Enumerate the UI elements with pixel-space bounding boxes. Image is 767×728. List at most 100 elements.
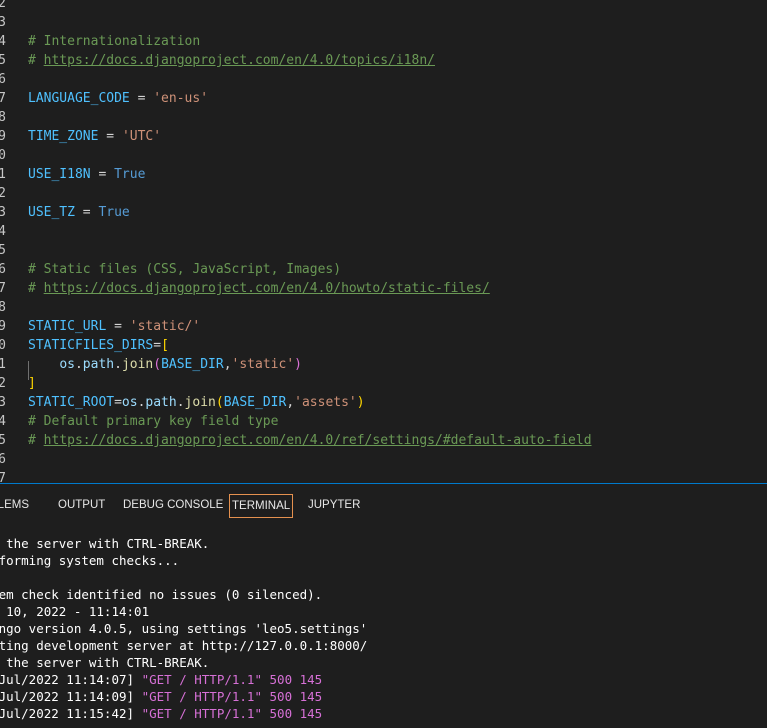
code-line[interactable]: 2	[0, 184, 767, 203]
terminal-text: "GET / HTTP/1.1" 500 145	[141, 672, 323, 687]
code-token: USE_TZ	[28, 205, 75, 220]
code-line[interactable]: 3 STATIC_ROOT=os.path.join(BASE_DIR,'asse…	[0, 393, 767, 412]
code-line[interactable]: 8	[0, 298, 767, 317]
code-text: # Default primary key field type	[28, 412, 278, 431]
code-link[interactable]: https://docs.djangoproject.com/en/4.0/ho…	[44, 281, 490, 296]
code-token: #	[28, 53, 44, 68]
code-line[interactable]: 4 # Default primary key field type	[0, 412, 767, 431]
code-line[interactable]: 5	[0, 241, 767, 260]
code-token: .	[176, 395, 185, 410]
code-token: ,	[223, 357, 232, 372]
code-token: ,	[286, 395, 295, 410]
code-line[interactable]: 5 # https://docs.djangoproject.com/en/4.0…	[0, 51, 767, 70]
code-token: 'static'	[231, 357, 295, 372]
terminal-text: Django version 4.0.5, using settings 'le…	[0, 621, 368, 636]
line-number: 9	[0, 129, 6, 144]
code-line[interactable]: 3	[0, 13, 767, 32]
code-text: STATICFILES_DIRS=[	[28, 336, 169, 355]
line-number: 6	[0, 262, 6, 277]
code-token: 'static/'	[129, 319, 201, 334]
code-line[interactable]: 2]	[0, 374, 767, 393]
code-token: =	[98, 129, 122, 144]
terminal-text: uit the server with CTRL-BREAK.	[6, 655, 210, 670]
code-token: # Internationalization	[28, 34, 201, 49]
code-token: TIME_ZONE	[28, 129, 99, 144]
code-token: 'assets'	[294, 395, 357, 410]
terminal-text: uit the server with CTRL-BREAK.	[6, 536, 210, 551]
tab-problems[interactable]: BLEMS	[0, 494, 31, 516]
bottom-panel: BLEMS OUTPUT DEBUG CONSOLE TERMINAL JUPY…	[0, 484, 767, 728]
terminal-line: ystem check identified no issues (0 sile…	[0, 586, 322, 603]
code-token: BASE_DIR	[161, 357, 224, 372]
line-number: 3	[0, 395, 6, 410]
code-line[interactable]: 5 # https://docs.djangoproject.com/en/4.0…	[0, 431, 767, 450]
code-token: STATICFILES_DIRS	[28, 338, 154, 353]
code-token: =	[129, 91, 154, 106]
code-line[interactable]: 7	[0, 469, 767, 482]
code-token: (	[153, 357, 162, 372]
terminal-line: 10/Jul/2022 11:14:09] "GET / HTTP/1.1" 5…	[0, 688, 322, 705]
code-line[interactable]: 9 TIME_ZONE = 'UTC'	[0, 127, 767, 146]
line-number: 7	[0, 471, 6, 482]
code-line[interactable]: 9 STATIC_URL = 'static/'	[0, 317, 767, 336]
code-token: )	[356, 395, 365, 410]
line-number: 5	[0, 243, 6, 258]
code-text: STATIC_ROOT=os.path.join(BASE_DIR,'asset…	[28, 393, 365, 412]
tab-jupyter[interactable]: JUPYTER	[306, 494, 362, 516]
tab-debug-console[interactable]: DEBUG CONSOLE	[121, 494, 225, 516]
code-token: # Static files (CSS, JavaScript, Images)	[28, 262, 342, 277]
code-token: [	[161, 338, 169, 353]
terminal-text: ystem check identified no issues (0 sile…	[0, 587, 323, 602]
code-token: path	[82, 357, 115, 372]
line-number: 5	[0, 433, 6, 448]
tab-output[interactable]: OUTPUT	[56, 494, 107, 516]
line-number: 9	[0, 319, 6, 334]
code-line[interactable]: 6	[0, 70, 767, 89]
line-number: 3	[0, 205, 6, 220]
code-token: BASE_DIR	[223, 395, 287, 410]
code-line[interactable]: 0	[0, 146, 767, 165]
code-token: =	[114, 395, 122, 410]
code-token: USE_I18N	[28, 167, 91, 182]
code-editor[interactable]: 2 3 4 # Internationalization 5 # https://docs…	[0, 0, 767, 482]
line-number: 6	[0, 72, 6, 87]
code-text: # Static files (CSS, JavaScript, Images)	[28, 260, 341, 279]
code-link[interactable]: https://docs.djangoproject.com/en/4.0/to…	[44, 53, 435, 68]
code-text: USE_TZ = True	[28, 203, 130, 222]
line-number: 2	[0, 0, 6, 11]
code-line[interactable]: 7 LANGUAGE_CODE = 'en-us'	[0, 89, 767, 108]
code-line[interactable]: 8	[0, 108, 767, 127]
code-line[interactable]: 2	[0, 0, 767, 13]
code-link[interactable]: https://docs.djangoproject.com/en/4.0/re…	[44, 433, 592, 448]
code-token: os	[121, 395, 138, 410]
code-token: .	[74, 357, 83, 372]
code-line[interactable]: 0 STATICFILES_DIRS=[	[0, 336, 767, 355]
code-line[interactable]: 3 USE_TZ = True	[0, 203, 767, 222]
code-token: =	[106, 319, 130, 334]
line-number: 7	[0, 281, 6, 296]
code-line[interactable]: 1 os.path.join(BASE_DIR,'static')	[0, 355, 767, 374]
code-line[interactable]: 7 # https://docs.djangoproject.com/en/4.0…	[0, 279, 767, 298]
terminal-text: "GET / HTTP/1.1" 500 145	[141, 706, 323, 721]
code-line[interactable]: 4	[0, 222, 767, 241]
terminal-line: uit the server with CTRL-BREAK.	[0, 654, 209, 671]
code-line[interactable]: 4 # Internationalization	[0, 32, 767, 51]
code-token: os	[59, 357, 75, 372]
code-line[interactable]: 6	[0, 450, 767, 469]
code-line[interactable]: 1 USE_I18N = True	[0, 165, 767, 184]
tab-terminal[interactable]: TERMINAL	[229, 494, 294, 518]
code-token: # Default primary key field type	[28, 414, 279, 429]
line-number: 0	[0, 338, 6, 353]
code-text: STATIC_URL = 'static/'	[28, 317, 200, 336]
code-text: TIME_ZONE = 'UTC'	[28, 127, 161, 146]
code-text: # Internationalization	[28, 32, 200, 51]
line-number: 8	[0, 110, 6, 125]
terminal-line: uly 10, 2022 - 11:14:01	[0, 603, 149, 620]
code-token: LANGUAGE_CODE	[28, 91, 130, 106]
terminal-text: Performing system checks...	[0, 553, 180, 568]
code-text: USE_I18N = True	[28, 165, 145, 184]
code-line[interactable]: 6 # Static files (CSS, JavaScript, Images…	[0, 260, 767, 279]
code-text: os.path.join(BASE_DIR,'static')	[28, 355, 302, 374]
terminal-line: 10/Jul/2022 11:14:07] "GET / HTTP/1.1" 5…	[0, 671, 322, 688]
